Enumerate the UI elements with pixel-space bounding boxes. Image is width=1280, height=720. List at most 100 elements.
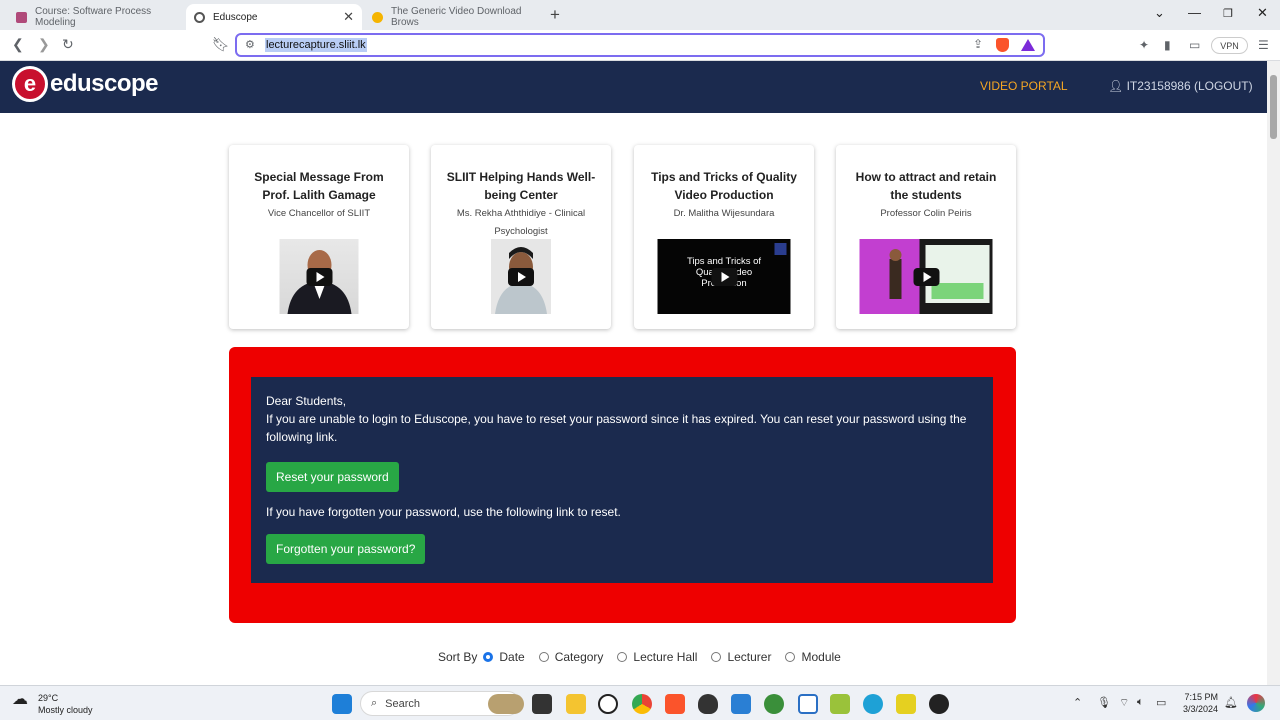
forward-button[interactable]: ❯ [38, 36, 50, 53]
dell-icon[interactable] [598, 694, 618, 714]
sliit-crest-icon [774, 243, 787, 255]
forgot-password-button[interactable]: Forgotten your password? [266, 534, 426, 564]
card-subtitle: Ms. Rekha Aththidiye - Clinical Psycholo… [456, 208, 586, 237]
logo-text: eduscope [50, 70, 159, 97]
xbox-icon[interactable] [764, 694, 784, 714]
site-settings-icon[interactable]: ⚙ [245, 38, 255, 51]
clock-date: 3/3/2024 [1183, 704, 1219, 714]
reload-button[interactable]: ↻ [62, 36, 74, 53]
tab-search-chevron-icon[interactable]: ⌄ [1154, 5, 1165, 21]
brave-rewards-icon[interactable] [1021, 39, 1035, 51]
extensions-icon[interactable]: ✦ [1139, 38, 1149, 52]
clock[interactable]: 7:15 PM 3/3/2024 [1183, 691, 1218, 715]
alert-message: If you are unable to login to Eduscope, … [266, 412, 967, 444]
password-reset-alert: Dear Students, If you are unable to logi… [229, 347, 1016, 623]
user-logout-label: IT23158986 (LOGOUT) [1126, 79, 1253, 93]
share-icon[interactable]: ⇪ [973, 37, 983, 51]
tab-course[interactable]: Course: Software Process Modeling [8, 4, 186, 30]
play-icon[interactable] [913, 267, 939, 286]
chrome-icon[interactable] [632, 694, 652, 714]
search-icon: ⌕ [371, 697, 378, 709]
video-thumbnail[interactable] [491, 239, 551, 314]
minimize-button[interactable]: — [1188, 5, 1201, 20]
sort-option-label[interactable]: Module [801, 650, 840, 664]
play-icon[interactable] [508, 267, 534, 286]
video-thumbnail[interactable]: Tips and Tricks of Quality Video Product… [657, 239, 791, 314]
card-title: How to attract and retain the students [855, 170, 997, 202]
video-card[interactable]: How to attract and retain the students P… [836, 145, 1016, 329]
brave-icon[interactable] [665, 694, 685, 714]
sort-lecturer-radio[interactable] [711, 652, 722, 662]
address-bar[interactable]: ⚙ lecturecapture.sliit.lk ⇪ [235, 33, 1045, 57]
page-scrollbar[interactable] [1267, 61, 1280, 685]
reset-password-button[interactable]: Reset your password [266, 462, 399, 492]
user-logout-link[interactable]: 👤︎ IT23158986 (LOGOUT) [1108, 79, 1253, 93]
browser-tab-strip: Course: Software Process Modeling Edusco… [0, 0, 1280, 30]
video-thumbnail[interactable] [279, 239, 359, 314]
cloud-icon: ☁ [12, 691, 28, 708]
bookmark-icon[interactable]: 🔖︎ [212, 36, 230, 53]
site-header: e eduscope VIDEO PORTAL 👤︎ IT23158986 (L… [0, 61, 1267, 113]
sidebar-icon[interactable]: ▮ [1164, 38, 1171, 52]
video-portal-link[interactable]: VIDEO PORTAL [980, 79, 1068, 93]
alien-app-icon[interactable] [698, 694, 718, 714]
forgot-password-text: If you have forgotten your password, use… [266, 505, 621, 519]
tab-eduscope[interactable]: Eduscope ✕ [186, 4, 362, 30]
card-subtitle: Dr. Malitha Wijesundara [673, 208, 775, 219]
sort-lecture-hall-radio[interactable] [617, 652, 628, 662]
sort-category-radio[interactable] [538, 652, 549, 662]
task-view-icon[interactable] [532, 694, 552, 714]
close-window-button[interactable]: ✕ [1257, 5, 1268, 21]
chrome-favicon-icon [372, 11, 383, 23]
sort-option-label[interactable]: Lecture Hall [633, 650, 697, 664]
video-card[interactable]: Special Message From Prof. Lalith Gamage… [229, 145, 409, 329]
sort-option-label[interactable]: Category [555, 650, 604, 664]
sort-label: Sort By [438, 650, 478, 664]
sort-option-label[interactable]: Date [499, 650, 524, 664]
tab-label: Course: Software Process Modeling [35, 6, 152, 28]
new-tab-button[interactable]: + [550, 5, 560, 25]
sort-option-label[interactable]: Lecturer [727, 650, 771, 664]
close-tab-icon[interactable]: ✕ [343, 9, 354, 25]
tab-video-download[interactable]: The Generic Video Download Brows [364, 4, 544, 30]
back-button[interactable]: ❮ [12, 36, 24, 53]
file-explorer-icon[interactable] [566, 694, 586, 714]
wifi-icon[interactable]: ⌔ [1119, 696, 1129, 710]
alert-content: Dear Students, If you are unable to logi… [251, 377, 993, 583]
microphone-icon[interactable]: 🎙︎ [1097, 696, 1111, 709]
snipping-icon[interactable] [830, 694, 850, 714]
weather-widget[interactable]: ☁ 29°C Mostly cloudy [12, 692, 93, 716]
video-card[interactable]: Tips and Tricks of Quality Video Product… [634, 145, 814, 329]
tab-label: The Generic Video Download Brows [391, 6, 522, 28]
wallet-icon[interactable]: ▭ [1189, 38, 1200, 52]
notification-bell-icon[interactable]: 🔔︎ [1224, 696, 1238, 709]
video-card[interactable]: SLIIT Helping Hands Well-being Center Ms… [431, 145, 611, 329]
url-text[interactable]: lecturecapture.sliit.lk [265, 38, 367, 52]
copilot-icon[interactable] [1247, 694, 1265, 712]
edge-icon[interactable] [863, 694, 883, 714]
vpn-button[interactable]: VPN [1211, 37, 1248, 54]
sticky-notes-icon[interactable] [896, 694, 916, 714]
temperature: 29°C [38, 693, 59, 703]
sort-module-radio[interactable] [785, 652, 796, 662]
vscode-icon[interactable] [731, 694, 751, 714]
play-icon[interactable] [711, 267, 737, 286]
scrollbar-thumb[interactable] [1270, 75, 1277, 139]
tray-chevron-icon[interactable]: ⌃ [1073, 696, 1082, 709]
volume-icon[interactable]: 🔈︎ [1137, 696, 1144, 709]
logo-mark: e [12, 66, 48, 102]
maximize-button[interactable]: ❐ [1223, 7, 1233, 20]
play-icon[interactable] [306, 267, 332, 286]
card-subtitle: Professor Colin Peiris [880, 208, 972, 219]
eduscope-logo[interactable]: e eduscope [12, 66, 159, 102]
menu-icon[interactable]: ☰ [1258, 38, 1269, 52]
windows-start-icon[interactable] [332, 694, 352, 714]
calendar-icon[interactable] [798, 694, 818, 714]
video-thumbnail[interactable] [859, 239, 993, 314]
search-highlight-icon [488, 694, 524, 714]
battery-icon[interactable]: ▭ [1156, 696, 1166, 709]
brave-shields-icon[interactable] [996, 38, 1009, 52]
github-icon[interactable] [929, 694, 949, 714]
sort-date-radio[interactable] [483, 652, 494, 662]
browser-toolbar: ❮ ❯ ↻ 🔖︎ ⚙ lecturecapture.sliit.lk ⇪ ✦ ▮… [0, 30, 1280, 61]
